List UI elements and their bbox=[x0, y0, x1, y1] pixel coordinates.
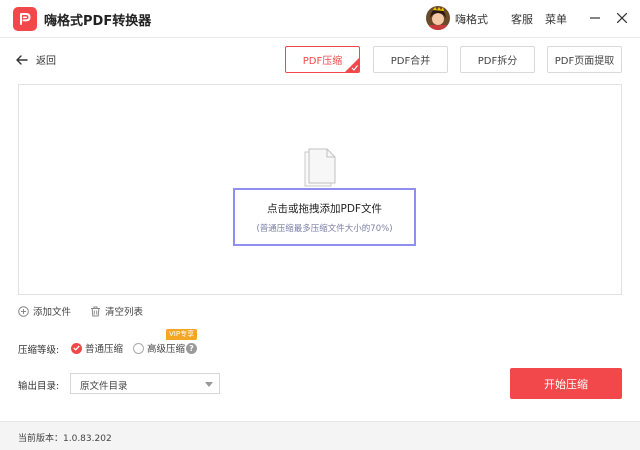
radio-label: 高级压缩 bbox=[147, 344, 186, 355]
back-label: 返回 bbox=[36, 56, 56, 67]
start-compress-button[interactable]: 开始压缩 bbox=[510, 368, 622, 399]
tab-pdf-page-extract[interactable]: PDF页面提取 bbox=[547, 46, 622, 73]
username[interactable]: 嗨格式 bbox=[455, 11, 488, 27]
vip-badge: VIP专享 bbox=[166, 329, 198, 340]
customer-service-link[interactable]: 客服 bbox=[511, 11, 533, 27]
tab-pdf-merge[interactable]: PDF合并 bbox=[373, 46, 448, 73]
user-avatar[interactable] bbox=[426, 6, 450, 30]
close-icon bbox=[617, 13, 627, 23]
clear-list-button[interactable]: 清空列表 bbox=[90, 304, 143, 318]
menu-link[interactable]: 菜单 bbox=[545, 11, 567, 27]
app-title: 嗨格式PDF转换器 bbox=[44, 14, 152, 29]
tab-label: PDF页面提取 bbox=[554, 56, 615, 67]
add-file-label: 添加文件 bbox=[33, 307, 72, 318]
title-bar: 嗨格式PDF转换器 嗨格式 客服 菜单 bbox=[0, 0, 640, 38]
clear-list-label: 清空列表 bbox=[105, 307, 144, 318]
dropzone-title: 点击或拖拽添加PDF文件 bbox=[267, 202, 382, 215]
file-icon bbox=[304, 148, 336, 187]
chevron-down-icon bbox=[205, 382, 213, 387]
radio-normal-compress[interactable]: 普通压缩 bbox=[71, 341, 123, 355]
radio-checked-icon bbox=[71, 342, 82, 354]
compression-level-label: 压缩等级: bbox=[18, 345, 60, 356]
check-corner-icon bbox=[345, 58, 359, 72]
add-pdf-dropzone[interactable]: 点击或拖拽添加PDF文件 (普通压缩最多压缩文件大小的70%) bbox=[233, 188, 416, 246]
plus-circle-icon bbox=[18, 305, 29, 317]
radio-label: 普通压缩 bbox=[85, 344, 124, 355]
arrow-left-icon bbox=[16, 54, 28, 65]
tab-pdf-compress[interactable]: PDF压缩 bbox=[285, 46, 360, 73]
output-dir-value: 原文件目录 bbox=[80, 381, 128, 392]
tab-label: PDF压缩 bbox=[302, 56, 343, 67]
minimize-button[interactable] bbox=[585, 8, 605, 28]
minimize-icon bbox=[590, 17, 600, 19]
radio-unchecked-icon bbox=[133, 342, 144, 354]
output-dir-label: 输出目录: bbox=[18, 381, 60, 392]
version-text: 当前版本：1.0.83.202 bbox=[18, 434, 112, 444]
status-bar: 当前版本：1.0.83.202 bbox=[0, 421, 640, 450]
output-dir-select[interactable]: 原文件目录 bbox=[70, 373, 220, 394]
add-file-button[interactable]: 添加文件 bbox=[18, 304, 71, 318]
tab-pdf-split[interactable]: PDF拆分 bbox=[460, 46, 535, 73]
tab-label: PDF合并 bbox=[390, 56, 431, 67]
help-icon[interactable]: ? bbox=[186, 343, 197, 354]
dropzone-hint: (普通压缩最多压缩文件大小的70%) bbox=[256, 223, 393, 234]
close-button[interactable] bbox=[612, 8, 632, 28]
back-button[interactable]: 返回 bbox=[16, 52, 56, 67]
tab-label: PDF拆分 bbox=[477, 56, 518, 67]
app-logo-icon bbox=[13, 7, 37, 31]
trash-icon bbox=[91, 306, 100, 316]
radio-advanced-compress[interactable]: 高级压缩 bbox=[133, 341, 185, 355]
